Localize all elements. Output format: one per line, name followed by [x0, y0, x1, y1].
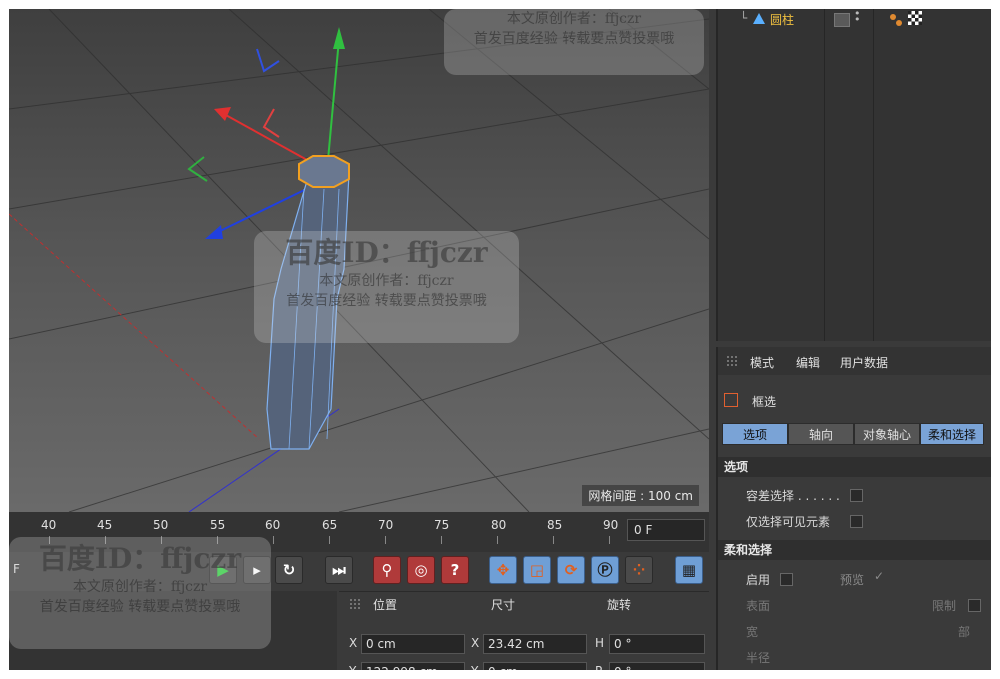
object-row-cylinder[interactable]: └ 圆柱 • •: [718, 9, 991, 31]
mode-dropdown[interactable]: 部: [958, 623, 970, 640]
watermark-notice: 首发百度经验 转载要点赞投票哦: [39, 599, 241, 615]
size-y-field[interactable]: 0 cm: [483, 662, 587, 670]
pos-y-axis: Y: [349, 664, 356, 670]
tab-options[interactable]: 选项: [722, 423, 788, 445]
cylinder-cap-selected[interactable]: [298, 155, 350, 188]
param-key-button[interactable]: Ⓟ: [591, 556, 619, 584]
enable-checkbox[interactable]: [780, 573, 793, 586]
position-header: 位置: [373, 598, 398, 612]
rot-p-axis: P: [595, 664, 602, 670]
cylinder-object-icon: [753, 13, 765, 24]
section-soft-selection: 柔和选择: [718, 540, 991, 560]
menu-mode[interactable]: 模式: [750, 354, 774, 371]
tick-label: 75: [434, 518, 450, 532]
watermark-id: 百度ID：ffjczr: [38, 542, 242, 575]
watermark-author: 本文原创作者：ffjczr: [319, 273, 454, 289]
object-manager: └ 圆柱 • •: [716, 9, 991, 341]
film-strip-button[interactable]: ▦: [675, 556, 703, 584]
material-tag-icon[interactable]: [888, 12, 904, 28]
rotation-header: 旋转: [607, 598, 632, 612]
watermark-notice: 首发百度经验 转载要点赞投票哦: [473, 31, 675, 47]
tick-label: 90: [603, 518, 619, 532]
enable-label: 启用: [746, 573, 771, 587]
watermark-notice: 首发百度经验 转载要点赞投票哦: [286, 293, 487, 309]
tick-label: 45: [97, 518, 113, 532]
tick-label: 80: [491, 518, 507, 532]
object-name[interactable]: 圆柱: [770, 11, 794, 28]
visible-only-checkbox[interactable]: [850, 515, 863, 528]
loop-button[interactable]: ↻: [275, 556, 303, 584]
tab-soft-selection[interactable]: 柔和选择: [920, 423, 984, 445]
rot-p-field[interactable]: 0 °: [609, 662, 705, 670]
restrict-checkbox[interactable]: [968, 599, 981, 612]
tick-label: 40: [41, 518, 57, 532]
size-x-axis: X: [471, 636, 480, 650]
visible-only-label: 仅选择可见元素: [746, 515, 831, 529]
menu-edit[interactable]: 编辑: [796, 354, 820, 371]
attribute-tabs: 选项 轴向 对象轴心 柔和选择: [722, 423, 984, 445]
tab-object-axis[interactable]: 对象轴心: [854, 423, 920, 445]
move-key-button[interactable]: ✥: [489, 556, 517, 584]
restrict-label: 限制: [932, 599, 957, 613]
grid-spacing-label: 网格间距 : 100 cm: [582, 485, 699, 506]
tick-label: 65: [322, 518, 338, 532]
radius-label: 半径: [746, 651, 771, 665]
pos-x-field[interactable]: 0 cm: [361, 634, 465, 654]
menu-user-data[interactable]: 用户数据: [840, 354, 888, 371]
preview-label: 预览: [840, 573, 865, 587]
grip-icon[interactable]: [726, 355, 738, 367]
watermark-author: 本文原创作者：ffjczr: [72, 579, 208, 595]
size-header: 尺寸: [491, 598, 516, 612]
point-level-button[interactable]: ⁘: [625, 556, 653, 584]
tab-axis[interactable]: 轴向: [788, 423, 854, 445]
tree-branch: └: [740, 11, 748, 25]
rot-h-field[interactable]: 0 °: [609, 634, 705, 654]
coordinates-manager: 位置 尺寸 旋转 X 0 cm X 23.42 cm H 0 ° Y 122.9…: [339, 591, 709, 670]
watermark-top: 本文原创作者：ffjczr 首发百度经验 转载要点赞投票哦: [444, 9, 704, 75]
tick-label: 60: [265, 518, 281, 532]
tolerance-select-checkbox[interactable]: [850, 489, 863, 502]
pos-x-axis: X: [349, 636, 358, 650]
box-select-icon: [724, 393, 738, 407]
size-y-axis: Y: [471, 664, 478, 670]
tool-name: 框选: [752, 395, 777, 409]
preview-check-icon[interactable]: ✓: [874, 569, 884, 583]
attribute-manager: 模式 编辑 用户数据 框选 选项 轴向 对象轴心 柔和选择 选项 容差选择 . …: [716, 347, 991, 670]
surface-label: 表面: [746, 599, 771, 613]
attribute-menu-bar: 模式 编辑 用户数据: [718, 347, 991, 375]
autokey-button[interactable]: ◎: [407, 556, 435, 584]
record-key-button[interactable]: ⚲: [373, 556, 401, 584]
scale-key-button[interactable]: ◲: [523, 556, 551, 584]
tick-label: 70: [378, 518, 394, 532]
width-label: 宽: [746, 625, 759, 639]
current-frame-field[interactable]: 0 F: [627, 519, 705, 541]
tick-label: 85: [547, 518, 563, 532]
watermark-center: 百度ID：ffjczr 本文原创作者：ffjczr 首发百度经验 转载要点赞投票…: [254, 231, 519, 343]
keyframe-help-button[interactable]: ?: [441, 556, 469, 584]
tick-label: 50: [153, 518, 169, 532]
rotate-key-button[interactable]: ⟳: [557, 556, 585, 584]
goto-end-button[interactable]: ⏭: [325, 556, 353, 584]
size-x-field[interactable]: 23.42 cm: [483, 634, 587, 654]
render-dots-icon[interactable]: • •: [854, 9, 861, 25]
checker-texture-icon[interactable]: [908, 11, 922, 25]
visibility-toggle[interactable]: [834, 13, 850, 27]
app-window: 网格间距 : 100 cm └ 圆柱 • • 模式 编辑 用户数据 框选 选项 …: [9, 9, 991, 670]
rot-h-axis: H: [595, 636, 605, 650]
tick-label: 55: [210, 518, 226, 532]
tolerance-select-label: 容差选择 . . . . . .: [746, 489, 840, 503]
watermark-author: 本文原创作者：ffjczr: [506, 11, 642, 27]
watermark-bottom: 百度ID：ffjczr 本文原创作者：ffjczr 首发百度经验 转载要点赞投票…: [9, 537, 271, 649]
watermark-id: 百度ID：ffjczr: [285, 236, 488, 269]
pos-y-field[interactable]: 122.998 cm: [361, 662, 465, 670]
grip-icon[interactable]: [349, 598, 361, 610]
section-options: 选项: [718, 457, 991, 477]
tool-mode-row: 框选: [718, 391, 991, 411]
